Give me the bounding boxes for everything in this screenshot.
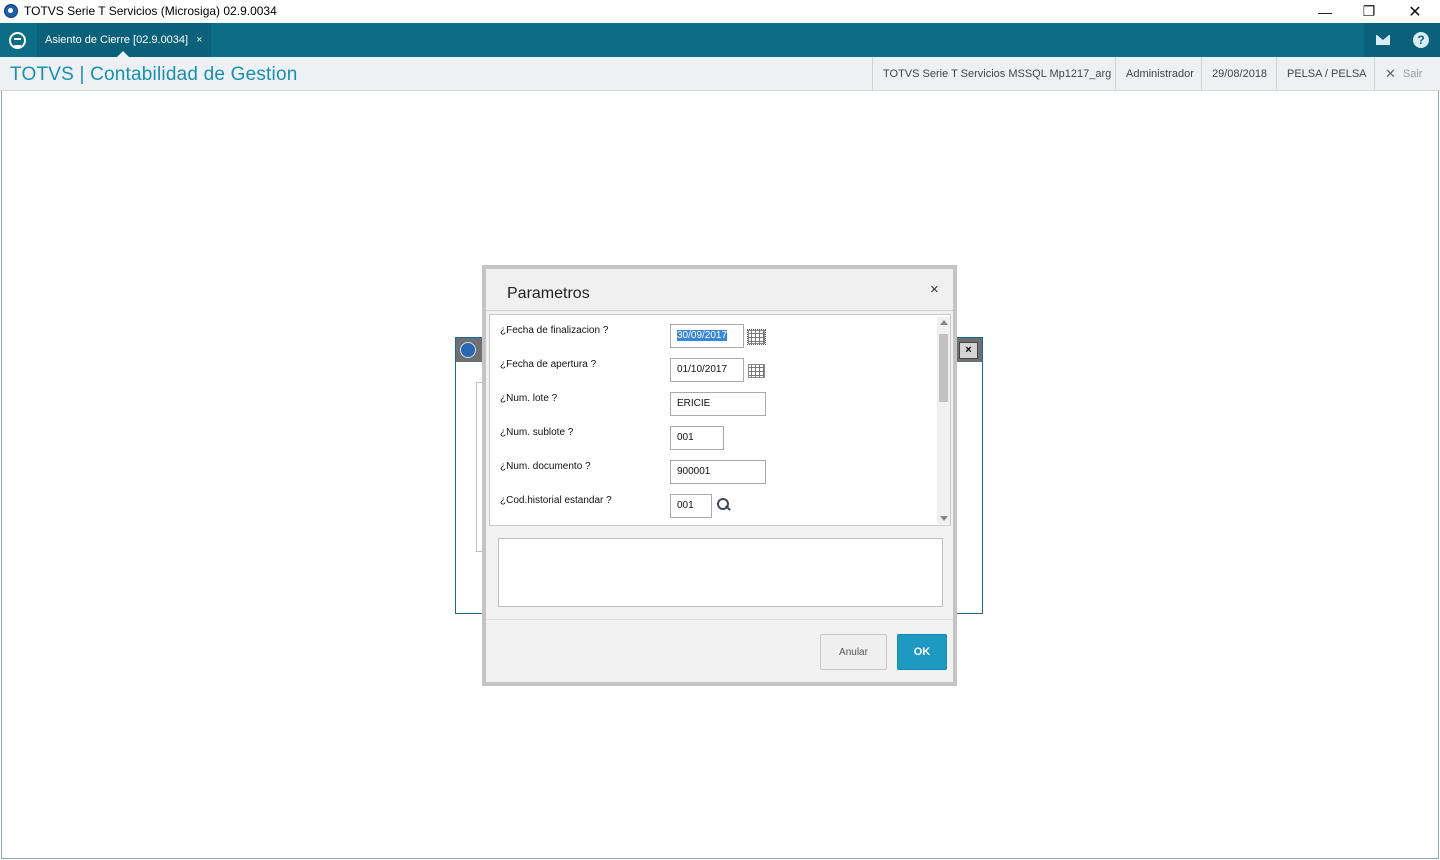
- background-window-close-button[interactable]: ×: [959, 342, 978, 359]
- param-label: ¿Fecha de finalizacion ?: [500, 325, 609, 336]
- param-row-cod-historial: ¿Cod.historial estandar ? 001: [490, 494, 936, 525]
- param-row-fecha-apertura: ¿Fecha de apertura ? 01/10/2017: [490, 358, 936, 389]
- param-value: 900001: [677, 466, 711, 477]
- window-title: TOTVS Serie T Servicios (Microsiga) 02.9…: [24, 4, 277, 18]
- param-label: ¿Fecha de apertura ?: [500, 359, 597, 370]
- cancel-button[interactable]: Anular: [820, 634, 887, 670]
- scroll-up-arrow-icon[interactable]: [940, 320, 948, 325]
- param-label: ¿Num. documento ?: [500, 461, 591, 472]
- param-row-num-documento: ¿Num. documento ? 900001: [490, 460, 936, 491]
- help-button[interactable]: ?: [1402, 23, 1440, 57]
- calendar-icon[interactable]: [747, 329, 766, 345]
- param-value: 30/09/2017: [677, 330, 728, 341]
- cod-historial-input[interactable]: 001: [670, 494, 712, 518]
- company-info[interactable]: PELSA / PELSA: [1276, 57, 1377, 91]
- parameters-dialog: Parametros × ¿Fecha de finalizacion ? 30…: [482, 265, 957, 686]
- param-row-num-lote: ¿Num. lote ? ERICIE: [490, 392, 936, 423]
- param-row-fecha-finalizacion: ¿Fecha de finalizacion ? 30/09/2017: [490, 324, 936, 355]
- module-header: TOTVS | Contabilidad de Gestion TOTVS Se…: [0, 57, 1440, 91]
- search-icon[interactable]: [717, 498, 730, 511]
- app-logo-icon: [460, 342, 476, 358]
- param-label: ¿Num. lote ?: [500, 393, 558, 404]
- parameters-panel: ¿Fecha de finalizacion ? 30/09/2017 ¿Fec…: [489, 314, 951, 526]
- scroll-thumb[interactable]: [939, 334, 948, 402]
- calendar-icon[interactable]: [748, 364, 765, 378]
- dialog-footer: Anular OK: [486, 619, 953, 682]
- dialog-title: Parametros: [507, 285, 590, 302]
- help-icon: ?: [1413, 32, 1429, 48]
- param-label: ¿Cod.historial estandar ?: [500, 495, 612, 506]
- param-value: 001: [677, 432, 694, 443]
- tab-close-icon[interactable]: ×: [196, 34, 202, 46]
- maximize-button[interactable]: ❐: [1346, 0, 1392, 23]
- num-documento-input[interactable]: 900001: [670, 460, 766, 484]
- os-titlebar: TOTVS Serie T Servicios (Microsiga) 02.9…: [0, 0, 1440, 23]
- param-label: ¿Num. sublote ?: [500, 427, 574, 438]
- num-lote-input[interactable]: ERICIE: [670, 392, 766, 416]
- tab-bar: Asiento de Cierre [02.9.0034] × ?: [0, 23, 1440, 57]
- parameters-scrollbar[interactable]: [937, 317, 950, 524]
- minimize-button[interactable]: —: [1302, 0, 1348, 23]
- messages-button[interactable]: [1364, 23, 1402, 57]
- close-window-button[interactable]: ✕: [1392, 0, 1438, 23]
- exit-icon: ✕: [1385, 66, 1396, 81]
- scroll-down-arrow-icon[interactable]: [940, 516, 948, 521]
- fecha-finalizacion-input[interactable]: 30/09/2017: [670, 324, 744, 348]
- num-sublote-input[interactable]: 001: [670, 426, 724, 450]
- mail-icon: [1376, 35, 1390, 45]
- parameter-description-box: [498, 538, 943, 607]
- environment-info[interactable]: TOTVS Serie T Servicios MSSQL Mp1217_arg: [872, 57, 1121, 91]
- exit-label: Sair: [1402, 68, 1423, 80]
- param-value: ERICIE: [677, 398, 711, 409]
- ok-button[interactable]: OK: [897, 634, 947, 670]
- module-title: TOTVS | Contabilidad de Gestion: [10, 64, 298, 85]
- fecha-apertura-input[interactable]: 01/10/2017: [670, 358, 744, 382]
- tab-label: Asiento de Cierre [02.9.0034]: [45, 34, 189, 46]
- date-info[interactable]: 29/08/2018: [1201, 57, 1277, 91]
- param-value: 001: [677, 500, 694, 511]
- exit-button[interactable]: ✕ Sair: [1374, 57, 1432, 91]
- home-icon[interactable]: [9, 32, 26, 49]
- user-info[interactable]: Administrador: [1115, 57, 1204, 91]
- param-value: 01/10/2017: [677, 364, 728, 375]
- dialog-close-button[interactable]: ×: [930, 281, 939, 298]
- dialog-header: Parametros ×: [486, 269, 953, 311]
- param-row-num-sublote: ¿Num. sublote ? 001: [490, 426, 936, 457]
- app-logo-icon: [4, 4, 18, 18]
